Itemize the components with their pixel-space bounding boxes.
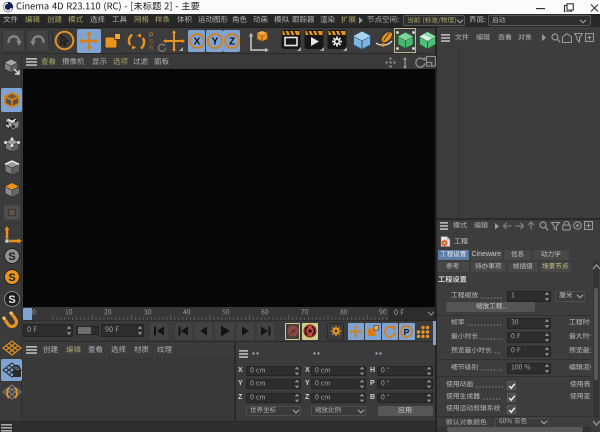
svg-text:S: S xyxy=(8,251,15,263)
svg-text:Y: Y xyxy=(211,37,218,48)
svg-text:S: S xyxy=(8,294,15,306)
svg-text:Z: Z xyxy=(229,37,235,48)
svg-text:P: P xyxy=(404,327,410,337)
svg-text:S: S xyxy=(8,272,15,284)
svg-text:X: X xyxy=(194,37,201,48)
svg-text:R: R xyxy=(149,45,154,51)
